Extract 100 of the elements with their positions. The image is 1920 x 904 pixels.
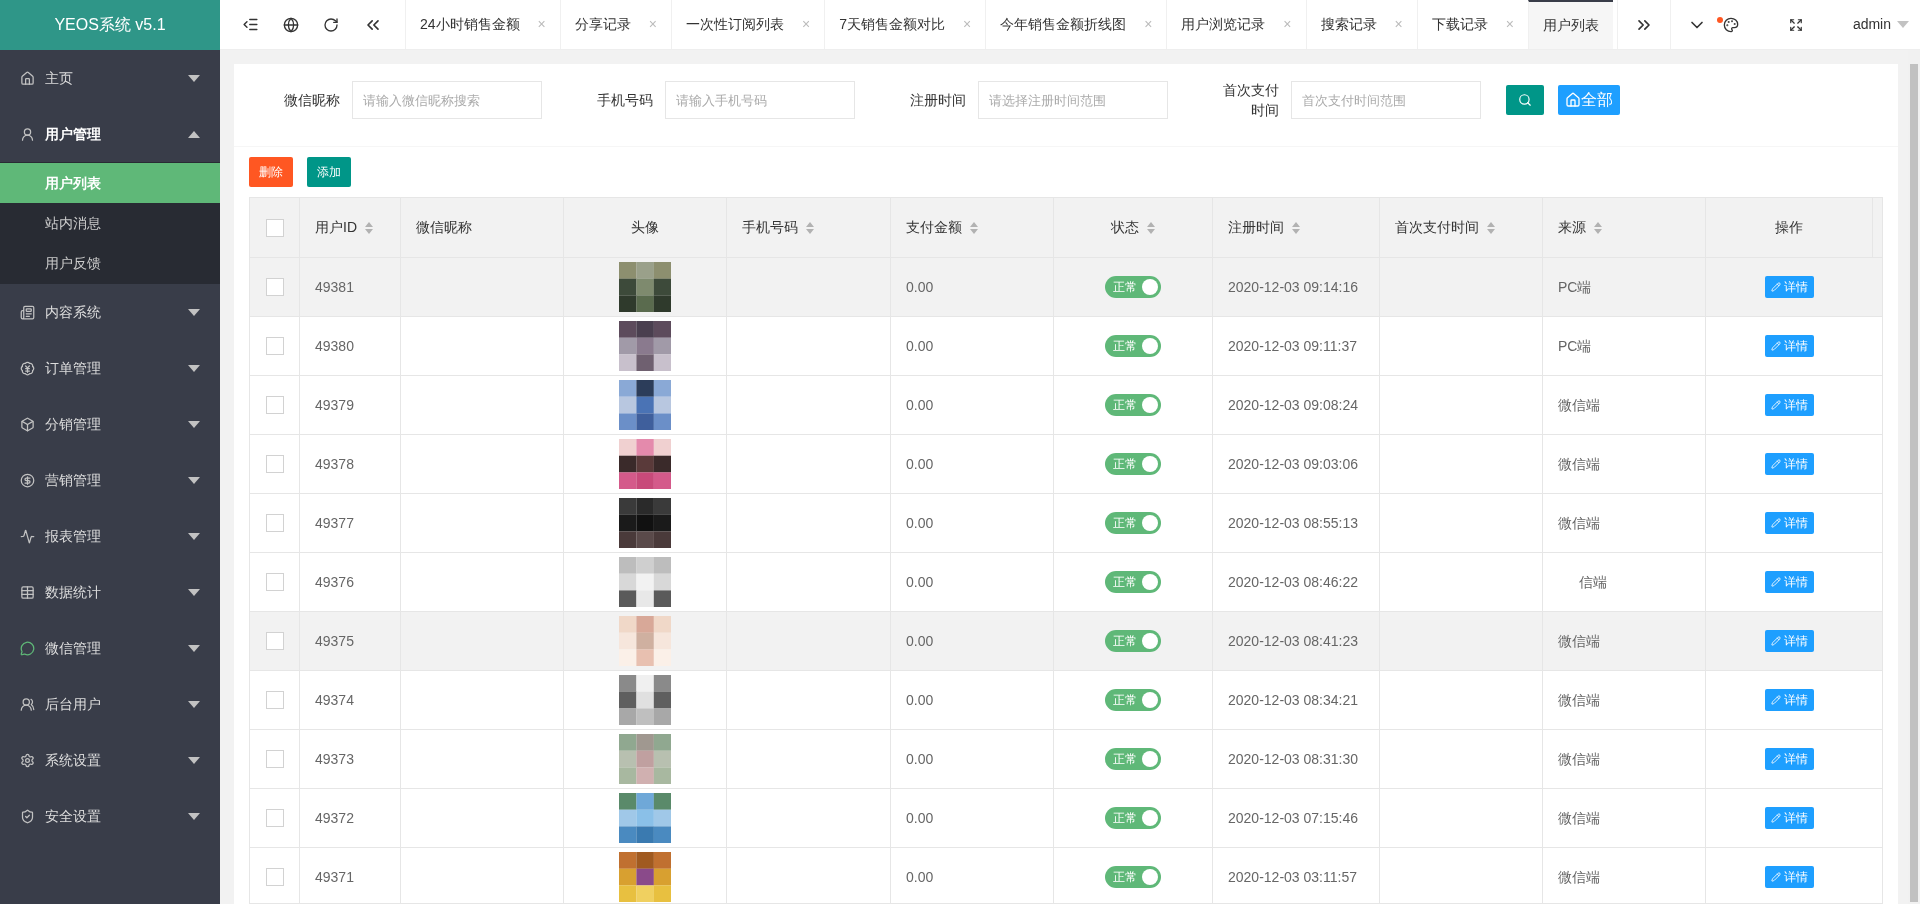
select-all-checkbox[interactable]	[265, 218, 284, 237]
tab-label: 下载记录	[1431, 15, 1488, 34]
user-menu[interactable]: admin	[1852, 0, 1920, 49]
table-row[interactable]: 49379 0.00 正常 2020-12-03 09:08:24 微信端 详情	[250, 376, 1882, 435]
row-checkbox[interactable]	[265, 809, 284, 827]
palette-icon[interactable]	[1722, 16, 1739, 33]
row-checkbox[interactable]	[265, 573, 284, 591]
detail-button[interactable]: 详情	[1765, 748, 1814, 770]
menu-icon[interactable]	[242, 16, 259, 33]
sidebar-item[interactable]: 营销管理	[0, 452, 220, 508]
detail-button[interactable]: 详情	[1765, 866, 1814, 888]
table-row[interactable]: 49373 0.00 正常 2020-12-03 08:31:30 微信端 详情	[250, 730, 1882, 789]
table-cell-text: 2020-12-03 09:03:06	[1228, 454, 1358, 474]
table-row[interactable]: 49381 0.00 正常 2020-12-03 09:14:16 PC端 详情	[250, 258, 1882, 317]
sidebar-item[interactable]: 订单管理	[0, 340, 220, 396]
sidebar-item[interactable]: 用户管理	[0, 106, 220, 162]
pencil-icon	[1771, 636, 1781, 646]
sort-icon[interactable]	[806, 221, 814, 234]
table-row[interactable]: 49376 0.00 正常 2020-12-03 08:46:22 信端 详情	[250, 553, 1882, 612]
search-icon	[1518, 93, 1532, 107]
filter-field[interactable]: 请选择注册时间范围	[978, 81, 1168, 119]
sidebar-item[interactable]: 分销管理	[0, 396, 220, 452]
tab[interactable]: 搜索记录 ×	[1305, 0, 1417, 49]
search-button[interactable]	[1506, 85, 1544, 115]
sidebar-item[interactable]: 安全设置	[0, 788, 220, 844]
table-row[interactable]: 49374 0.00 正常 2020-12-03 08:34:21 微信端 详情	[250, 671, 1882, 730]
detail-button[interactable]: 详情	[1765, 512, 1814, 534]
row-checkbox[interactable]	[265, 691, 284, 709]
newspaper-icon	[20, 304, 35, 320]
table-cell-text: 49376	[315, 572, 354, 592]
sort-icon[interactable]	[970, 221, 978, 234]
row-checkbox[interactable]	[265, 868, 284, 886]
yen-icon	[20, 360, 35, 376]
sort-icon[interactable]	[1292, 221, 1300, 234]
detail-button[interactable]: 详情	[1765, 335, 1814, 357]
table-row[interactable]: 49380 0.00 正常 2020-12-03 09:11:37 PC端 详情	[250, 317, 1882, 376]
filter-field[interactable]: 请输入手机号码	[665, 81, 855, 119]
detail-button[interactable]: 详情	[1765, 807, 1814, 829]
table-row[interactable]: 49378 0.00 正常 2020-12-03 09:03:06 微信端 详情	[250, 435, 1882, 494]
caret-down-icon	[188, 532, 200, 540]
row-checkbox[interactable]	[265, 278, 284, 296]
tab[interactable]: 7天销售金额对比 ×	[824, 0, 986, 49]
column-header: 支付金额	[906, 218, 962, 237]
sidebar-item[interactable]: 报表管理	[0, 508, 220, 564]
tab[interactable]: 用户列表	[1527, 0, 1613, 49]
sidebar-item[interactable]: 后台用户	[0, 676, 220, 732]
table-cell-text: 0.00	[906, 336, 934, 356]
detail-button[interactable]: 详情	[1765, 630, 1814, 652]
table-row[interactable]: 49372 0.00 正常 2020-12-03 07:15:46 微信端 详情	[250, 789, 1882, 848]
row-checkbox[interactable]	[265, 632, 284, 650]
table-cell-text: 微信端	[1558, 395, 1600, 415]
row-checkbox[interactable]	[265, 337, 284, 355]
sort-icon[interactable]	[365, 221, 373, 234]
table-row[interactable]: 49377 0.00 正常 2020-12-03 08:55:13 微信端 详情	[250, 494, 1882, 553]
column-header: 来源	[1558, 218, 1586, 237]
detail-button[interactable]: 详情	[1765, 689, 1814, 711]
sidebar-item[interactable]: 主页	[0, 50, 220, 106]
detail-button[interactable]: 详情	[1765, 276, 1814, 298]
detail-button[interactable]: 详情	[1765, 394, 1814, 416]
sidebar-item[interactable]: 内容系统	[0, 284, 220, 340]
tab[interactable]: 今年销售金额折线图 ×	[985, 0, 1167, 49]
row-checkbox[interactable]	[265, 396, 284, 414]
detail-button[interactable]: 详情	[1765, 453, 1814, 475]
sort-icon[interactable]	[1147, 221, 1155, 234]
column-header: 注册时间	[1228, 218, 1284, 237]
caret-down-icon	[188, 420, 200, 428]
table-cell-text: 2020-12-03 07:15:46	[1228, 808, 1358, 828]
tab[interactable]: 下载记录 ×	[1416, 0, 1528, 49]
sort-icon[interactable]	[1487, 221, 1495, 234]
settings-icon	[20, 752, 35, 768]
globe-icon[interactable]	[283, 16, 299, 33]
tab[interactable]: 一次性订阅列表 ×	[670, 0, 825, 49]
pencil-icon	[1771, 341, 1781, 351]
fullscreen-icon[interactable]	[1788, 17, 1803, 32]
column-header: 头像	[631, 218, 659, 237]
sort-icon[interactable]	[1594, 221, 1602, 234]
detail-button[interactable]: 详情	[1765, 571, 1814, 593]
sidebar-subitem[interactable]: 站内消息	[0, 203, 220, 243]
tab[interactable]: 24小时销售金额 ×	[405, 0, 560, 49]
tab[interactable]: 用户浏览记录 ×	[1166, 0, 1306, 49]
sidebar-item[interactable]: 微信管理	[0, 620, 220, 676]
sidebar-item[interactable]: 系统设置	[0, 732, 220, 788]
table-cell-text: 0.00	[906, 395, 934, 415]
sidebar-item[interactable]: 数据统计	[0, 564, 220, 620]
filter-label: 手机号码	[596, 91, 653, 110]
action-button[interactable]: 添加	[307, 157, 351, 187]
refresh-icon[interactable]	[323, 16, 339, 33]
all-button[interactable]: 全部	[1558, 85, 1620, 115]
tab[interactable]: 分享记录 ×	[559, 0, 671, 49]
action-button[interactable]: 删除	[249, 157, 293, 187]
filter-field[interactable]: 请输入微信昵称搜索	[352, 81, 542, 119]
sidebar-subitem[interactable]: 用户反馈	[0, 243, 220, 283]
row-checkbox[interactable]	[265, 750, 284, 768]
filter-field[interactable]: 首次支付时间范围	[1291, 81, 1481, 119]
filter-label: 首次支付时间	[1222, 81, 1279, 120]
table-row[interactable]: 49375 0.00 正常 2020-12-03 08:41:23 微信端 详情	[250, 612, 1882, 671]
table-cell-text: PC端	[1558, 277, 1592, 297]
row-checkbox[interactable]	[265, 455, 284, 473]
table-cell-text: 2020-12-03 08:46:22	[1228, 572, 1358, 592]
row-checkbox[interactable]	[265, 514, 284, 532]
